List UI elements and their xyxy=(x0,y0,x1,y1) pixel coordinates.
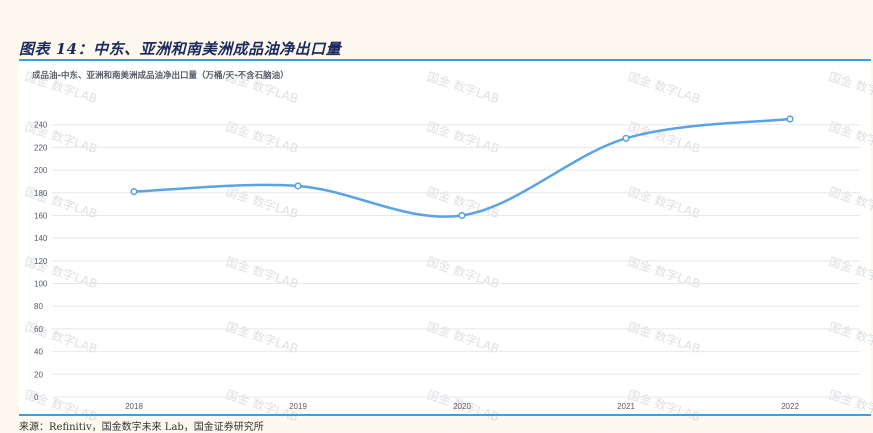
y-tick-label: 60 xyxy=(34,325,43,334)
y-tick-label: 80 xyxy=(34,302,43,311)
y-tick-label: 140 xyxy=(34,234,48,243)
y-tick-label: 200 xyxy=(34,166,48,175)
bottom-rule xyxy=(19,414,871,416)
y-tick-label: 100 xyxy=(34,280,48,289)
watermark-text: 国金 数字LAB xyxy=(626,387,702,425)
watermark-text: 国金 数字LAB xyxy=(224,69,300,107)
data-point xyxy=(786,115,794,123)
y-tick-label: 20 xyxy=(34,370,43,379)
line-chart: 国金 数字LAB 国金 数字LAB 国金 数字LAB 国金 数字LAB 国金 数字LAB… xyxy=(23,69,873,425)
source-note: 来源：Refinitiv，国金数字未来 Lab，国金证券研究所 xyxy=(19,422,264,433)
watermark-text: 国金 数字LAB xyxy=(425,254,501,292)
x-tick-label: 2019 xyxy=(289,402,307,411)
x-tick-label: 2020 xyxy=(453,402,471,411)
watermark-text: 国金 数字LAB xyxy=(626,319,702,357)
watermark-text: 国金 数字LAB xyxy=(827,387,873,425)
y-tick-label: 240 xyxy=(34,121,48,130)
data-point xyxy=(130,188,138,196)
y-tick-label: 40 xyxy=(34,348,43,357)
y-tick-label: 180 xyxy=(34,189,48,198)
watermark-text: 国金 数字LAB xyxy=(827,69,873,107)
watermark-text: 国金 数字LAB xyxy=(626,69,702,107)
watermark-text: 国金 数字LAB xyxy=(425,319,501,357)
y-tick-label: 0 xyxy=(34,393,39,402)
watermark-text: 国金 数字LAB xyxy=(626,254,702,292)
watermark-text: 国金 数字LAB xyxy=(224,319,300,357)
x-tick-label: 2018 xyxy=(125,402,143,411)
y-tick-label: 160 xyxy=(34,211,48,220)
data-point xyxy=(294,182,302,190)
watermark-text: 国金 数字LAB xyxy=(425,69,501,107)
data-point xyxy=(458,211,466,220)
watermark-text: 国金 数字LAB xyxy=(224,254,300,292)
x-tick-label: 2021 xyxy=(617,402,635,411)
y-tick-label: 220 xyxy=(34,143,48,152)
data-point xyxy=(622,134,630,142)
watermark-text: 国金 数字LAB xyxy=(827,254,873,292)
watermark-text: 国金 数字LAB xyxy=(23,69,99,107)
y-tick-label: 120 xyxy=(34,257,48,266)
watermark-text: 国金 数字LAB xyxy=(827,319,873,357)
x-tick-label: 2022 xyxy=(781,402,799,411)
